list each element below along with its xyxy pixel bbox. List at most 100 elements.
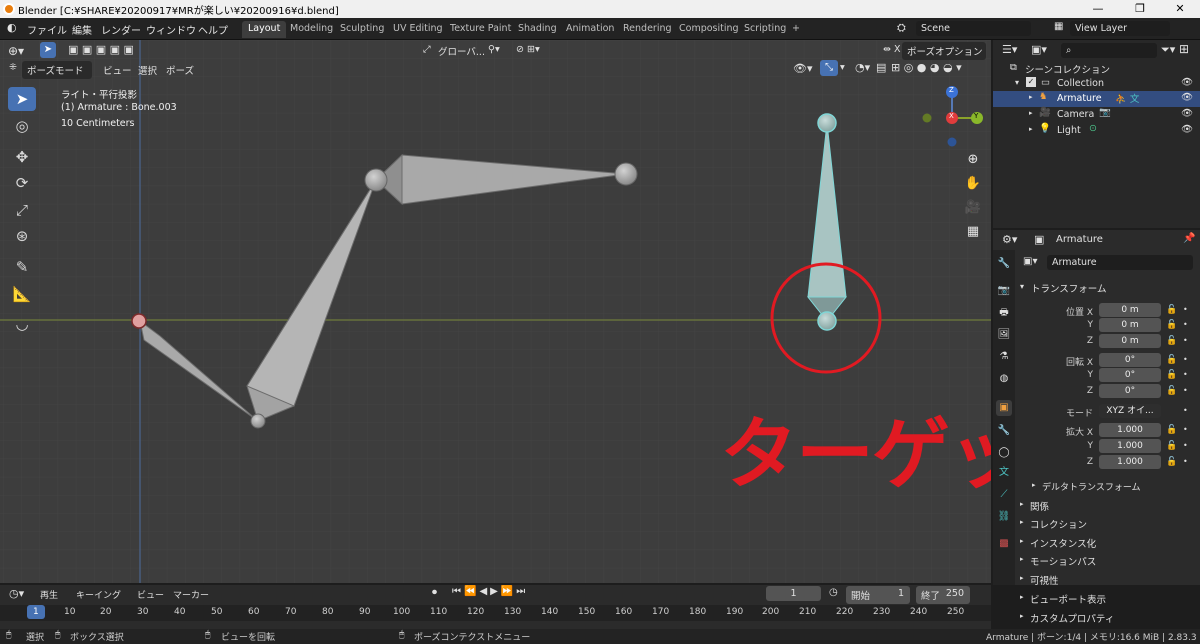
snap-icon[interactable]: ⊘ ⊞▾ [516, 44, 540, 55]
expand-icon[interactable]: ▸ [1020, 612, 1024, 620]
keyframe-dot-icon[interactable]: • [1183, 320, 1188, 329]
view-layer-icon[interactable]: ▦ [1054, 21, 1063, 32]
expand-icon[interactable]: ▸ [1029, 109, 1033, 117]
scene-icon[interactable]: ⛭ [897, 21, 906, 35]
ortho-grid-icon[interactable]: ▦ [962, 221, 984, 243]
modifier-tab-icon[interactable]: 🔧 [996, 423, 1012, 439]
3d-viewport[interactable]: Z Y X ⊕▾ ➤ ▣ ▣ ▣ ▣ ▣ ⤢ グローバ... ⚲▾ ⊘ ⊞▾ ⇹… [0, 40, 991, 583]
keyframe-dot-icon[interactable]: • [1183, 386, 1188, 395]
scale-x-field[interactable]: 1.000 [1099, 423, 1161, 437]
scene-tab-icon[interactable]: ⚗ [996, 349, 1012, 365]
filter-icon[interactable]: ⏷▾ [1161, 43, 1175, 57]
keyframe-dot-icon[interactable]: • [1183, 370, 1188, 379]
pan-hand-icon[interactable]: ✋ [962, 173, 984, 195]
expand-icon[interactable]: ▸ [1020, 593, 1024, 601]
location-z-field[interactable]: 0 m [1099, 334, 1161, 348]
menu-marker[interactable]: マーカー [173, 588, 209, 601]
tab-animation[interactable]: Animation [560, 21, 620, 38]
tab-texture-paint[interactable]: Texture Paint [444, 21, 517, 38]
eye-icon[interactable]: 👁 [1181, 124, 1193, 135]
scale-y-field[interactable]: 1.000 [1099, 439, 1161, 453]
world-tab-icon[interactable]: ◍ [996, 371, 1012, 387]
output-tab-icon[interactable]: 🖶 [996, 305, 1012, 321]
clock-icon[interactable]: ◷ [829, 587, 838, 598]
object-type-icon[interactable]: ▣▾ [1023, 256, 1037, 267]
menu-select[interactable]: 選択 [138, 63, 157, 77]
menu-view[interactable]: ビュー [103, 63, 132, 77]
menu-pose[interactable]: ポーズ [166, 63, 194, 77]
current-frame-field[interactable]: 1 [766, 586, 821, 601]
close-button[interactable]: ✕ [1160, 0, 1200, 18]
checkbox-icon[interactable]: ✓ [1026, 77, 1036, 87]
properties-editor-icon[interactable]: ⚙▾ [1002, 233, 1017, 246]
lock-icon[interactable]: 🔓 [1166, 370, 1177, 380]
lock-icon[interactable]: 🔓 [1166, 425, 1177, 435]
lock-icon[interactable]: 🔓 [1166, 305, 1177, 315]
lock-icon[interactable]: 🔓 [1166, 355, 1177, 365]
physics-tab-icon[interactable]: ◯ [996, 445, 1012, 461]
measure-icon[interactable]: 📐 [8, 282, 36, 306]
mode-dropdown[interactable]: ポーズモード [22, 61, 92, 79]
expand-icon[interactable]: ▸ [1020, 537, 1024, 545]
menu-file[interactable]: ファイル [27, 22, 67, 37]
expand-icon[interactable]: ▸ [1020, 555, 1024, 563]
display-mode-icon[interactable]: ▣▾ [1031, 43, 1047, 56]
add-workspace-button[interactable]: + [786, 21, 806, 38]
menu-window[interactable]: ウィンドウ [146, 22, 196, 37]
rotation-x-field[interactable]: 0° [1099, 353, 1161, 367]
section-motion-paths[interactable]: モーションパス [1030, 554, 1096, 568]
expand-icon[interactable]: ▾ [1015, 78, 1019, 87]
blender-menu-icon[interactable]: ◐ [7, 21, 17, 34]
cursor-icon[interactable]: ◎ [8, 114, 36, 138]
transform-orientation-icon[interactable]: ⤢ [423, 44, 431, 55]
view-layer-field[interactable]: View Layer [1070, 21, 1170, 36]
expand-icon[interactable]: ▸ [1020, 500, 1024, 508]
tab-shading[interactable]: Shading [512, 21, 563, 38]
tab-scripting[interactable]: Scripting [738, 21, 792, 38]
keyframe-dot-icon[interactable]: • [1183, 336, 1188, 345]
new-collection-icon[interactable]: ⊞ [1179, 42, 1189, 56]
tool-tab-icon[interactable]: 🔧 [996, 256, 1012, 272]
transform-orientation-dropdown[interactable]: グローバ... [438, 44, 485, 58]
tab-sculpting[interactable]: Sculpting [334, 21, 390, 38]
playback-controls-icon[interactable]: ⏮⏪◀▶⏩⏭ [452, 586, 528, 597]
menu-playback[interactable]: 再生 [40, 588, 58, 601]
minimize-button[interactable]: — [1078, 0, 1118, 18]
keyframe-dot-icon[interactable]: • [1183, 355, 1188, 364]
section-relations[interactable]: 関係 [1030, 499, 1049, 513]
pin-icon[interactable]: 📌 [1183, 233, 1195, 244]
eye-icon[interactable]: 👁 [1181, 92, 1193, 103]
camera-view-icon[interactable]: 🎥 [962, 197, 984, 219]
keyframe-dot-icon[interactable]: • [1183, 406, 1188, 415]
keyframe-dot-icon[interactable]: • [1183, 457, 1188, 466]
eye-icon[interactable]: 👁 [1181, 77, 1193, 88]
eye-icon[interactable]: 👁 [1181, 108, 1193, 119]
record-icon[interactable]: ⏺ [432, 587, 437, 598]
tab-modeling[interactable]: Modeling [284, 21, 339, 38]
expand-icon[interactable]: ▸ [1020, 518, 1024, 526]
menu-view[interactable]: ビュー [137, 588, 164, 601]
xray-icon[interactable]: ▤ [876, 61, 886, 74]
pivot-icon[interactable]: ⚲▾ [488, 44, 500, 55]
gizmo-z-label[interactable]: Z [949, 86, 954, 94]
keyframe-dot-icon[interactable]: • [1183, 425, 1188, 434]
menu-keying[interactable]: キーイング [76, 588, 121, 601]
lock-icon[interactable]: 🔓 [1166, 336, 1177, 346]
section-collections[interactable]: コレクション [1030, 517, 1087, 531]
outliner-item-collection[interactable]: ▾ ✓ ▭ Collection 👁 [993, 76, 1200, 92]
annotate-icon[interactable]: ✎ [8, 255, 36, 279]
rotate-icon[interactable]: ⟳ [8, 171, 36, 195]
bone-constraint-tab-icon[interactable]: ⛓ [996, 509, 1012, 525]
scale-icon[interactable]: ⤢ [8, 198, 36, 222]
keyframe-dot-icon[interactable]: • [1183, 441, 1188, 450]
lock-icon[interactable]: 🔓 [1166, 441, 1177, 451]
menu-edit[interactable]: 編集 [72, 22, 92, 37]
end-frame-field[interactable]: 終了 250 [916, 586, 970, 604]
rotation-z-field[interactable]: 0° [1099, 384, 1161, 398]
mirror-x-button[interactable]: ⇹ X [883, 44, 901, 55]
tab-uv-editing[interactable]: UV Editing [387, 21, 449, 38]
expand-icon[interactable]: ▸ [1020, 574, 1024, 582]
relax-icon[interactable]: ◡ [8, 312, 36, 336]
view-layer-tab-icon[interactable]: 🖼 [996, 327, 1012, 343]
object-name-field[interactable]: Armature [1047, 255, 1193, 270]
